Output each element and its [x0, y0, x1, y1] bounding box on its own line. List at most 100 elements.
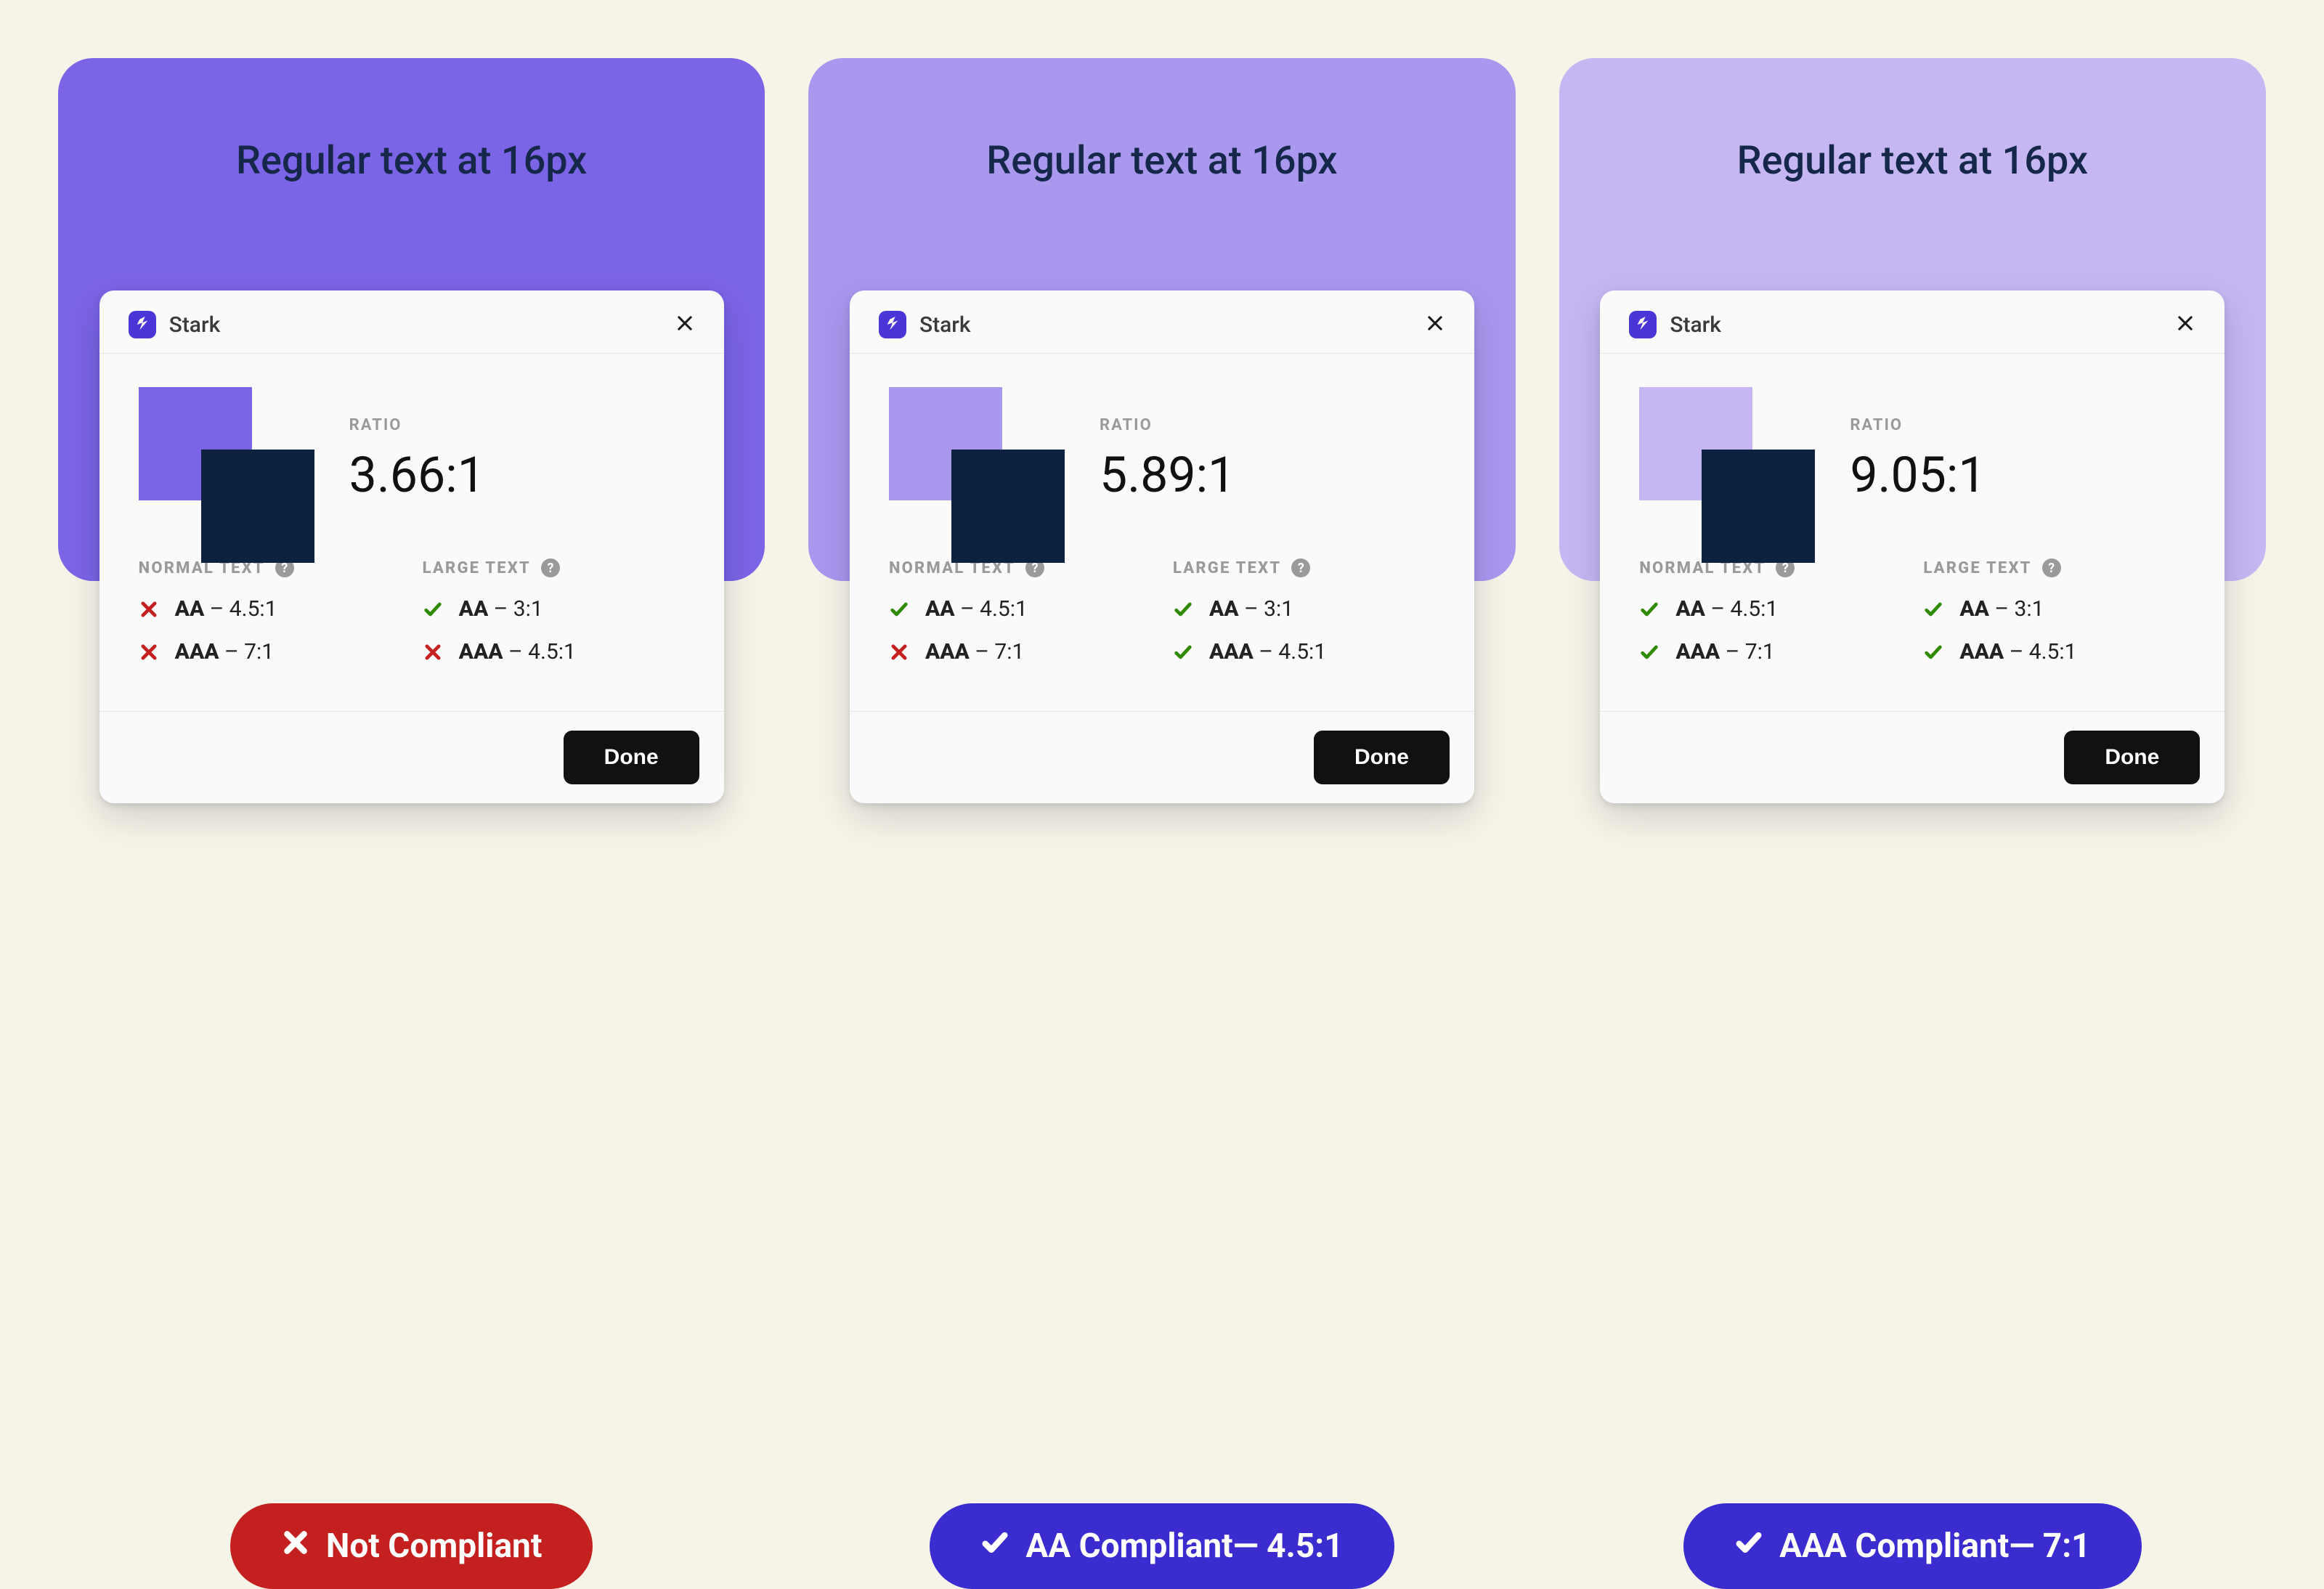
ratio-label: RATIO: [349, 416, 685, 434]
pill-text: AA Compliant— 4.5:1: [1025, 1527, 1343, 1566]
panel-brand: Stark: [879, 311, 971, 338]
help-icon[interactable]: ?: [1291, 558, 1310, 577]
compliance-pill: Not Compliant: [230, 1503, 593, 1589]
rule-head: LARGE TEXT ?: [1173, 558, 1435, 577]
status-icon: [423, 642, 443, 662]
card-wrap: Regular text at 16px Stark: [1559, 58, 2266, 1031]
swatch-foreground: [1702, 450, 1815, 563]
status-icon: [139, 642, 159, 662]
swatch-foreground: [951, 450, 1065, 563]
rule-large-aa: AA – 3:1: [1173, 596, 1435, 622]
rules-normal-text: NORMAL TEXT ? AA – 4.5:1 AAA – 7:1: [1639, 558, 1901, 682]
rule-large-aaa: AAA – 4.5:1: [1923, 639, 2185, 665]
pill-icon: [1734, 1527, 1763, 1566]
contrast-panel: Stark RATIO 3.66:1: [99, 290, 724, 803]
status-icon: [1639, 599, 1659, 619]
compliance-pill: AAA Compliant— 7:1: [1683, 1503, 2141, 1589]
status-icon: [1923, 599, 1943, 619]
ratio-block: RATIO 5.89:1: [1100, 416, 1435, 504]
ratio-block: RATIO 9.05:1: [1850, 416, 2185, 504]
rule-head: LARGE TEXT ?: [423, 558, 685, 577]
rules-large-text: LARGE TEXT ? AA – 3:1 AAA – 4.5:1: [423, 558, 685, 682]
pill-text: AAA Compliant— 7:1: [1779, 1527, 2090, 1566]
example-column: Regular text at 16px Stark: [1559, 58, 2266, 1589]
rule-normal-aa: AA – 4.5:1: [889, 596, 1151, 622]
status-icon: [1173, 599, 1193, 619]
rule-text: AAA – 4.5:1: [1959, 639, 2076, 665]
done-button[interactable]: Done: [2064, 731, 2200, 784]
pill-text: Not Compliant: [326, 1527, 543, 1566]
rules-normal-text: NORMAL TEXT ? AA – 4.5:1 AAA – 7:1: [139, 558, 401, 682]
close-icon[interactable]: [2175, 313, 2195, 336]
panel-brand: Stark: [129, 311, 221, 338]
status-icon: [889, 599, 909, 619]
ratio-value: 5.89:1: [1100, 446, 1435, 504]
done-button[interactable]: Done: [1314, 731, 1450, 784]
hero-text: Regular text at 16px: [236, 138, 587, 184]
pill-icon: [980, 1527, 1009, 1566]
swatch-row: RATIO 3.66:1: [139, 387, 685, 532]
help-icon[interactable]: ?: [2042, 558, 2061, 577]
close-icon[interactable]: [1425, 313, 1445, 336]
rule-text: AA – 4.5:1: [925, 596, 1028, 622]
rule-normal-aaa: AAA – 7:1: [889, 639, 1151, 665]
hero-text: Regular text at 16px: [1737, 138, 2088, 184]
rule-head-label: LARGE TEXT: [1173, 559, 1281, 577]
panel-header: Stark: [99, 290, 724, 354]
color-swatches: [889, 387, 1056, 532]
swatch-row: RATIO 5.89:1: [889, 387, 1435, 532]
rule-normal-aaa: AAA – 7:1: [139, 639, 401, 665]
rule-large-aaa: AAA – 4.5:1: [1173, 639, 1435, 665]
rule-large-aa: AA – 3:1: [1923, 596, 2185, 622]
panel-header: Stark: [1600, 290, 2225, 354]
rule-head: LARGE TEXT ?: [1923, 558, 2185, 577]
rule-text: AAA – 7:1: [1675, 639, 1774, 665]
status-icon: [889, 642, 909, 662]
rule-normal-aaa: AAA – 7:1: [1639, 639, 1901, 665]
rule-head-label: LARGE TEXT: [1923, 559, 2031, 577]
panel-footer: Done: [99, 711, 724, 803]
example-frame: Regular text at 16px Stark: [0, 0, 2324, 1307]
panel-body: RATIO 5.89:1 NORMAL TEXT ? A: [850, 354, 1474, 711]
contrast-panel: Stark RATIO 5.89:1: [850, 290, 1474, 803]
rules-large-text: LARGE TEXT ? AA – 3:1 AAA – 4.5:1: [1173, 558, 1435, 682]
status-icon: [1923, 642, 1943, 662]
done-button[interactable]: Done: [564, 731, 699, 784]
card-wrap: Regular text at 16px Stark: [58, 58, 765, 1031]
rules-grid: NORMAL TEXT ? AA – 4.5:1 AAA – 7:1: [139, 558, 685, 682]
close-icon[interactable]: [675, 313, 695, 336]
panel-header: Stark: [850, 290, 1474, 354]
rule-normal-aa: AA – 4.5:1: [1639, 596, 1901, 622]
rule-text: AA – 4.5:1: [1675, 596, 1778, 622]
ratio-value: 3.66:1: [349, 446, 685, 504]
status-icon: [1639, 642, 1659, 662]
panel-body: RATIO 9.05:1 NORMAL TEXT ? A: [1600, 354, 2225, 711]
card-wrap: Regular text at 16px Stark: [808, 58, 1515, 1031]
stark-logo-icon: [879, 311, 906, 338]
contrast-panel: Stark RATIO 9.05:1: [1600, 290, 2225, 803]
swatch-foreground: [201, 450, 314, 563]
rules-large-text: LARGE TEXT ? AA – 3:1 AAA – 4.5:1: [1923, 558, 2185, 682]
panel-title: Stark: [1670, 312, 1721, 338]
help-icon[interactable]: ?: [541, 558, 560, 577]
rules-normal-text: NORMAL TEXT ? AA – 4.5:1 AAA – 7:1: [889, 558, 1151, 682]
ratio-label: RATIO: [1850, 416, 2185, 434]
panel-footer: Done: [850, 711, 1474, 803]
stark-logo-icon: [129, 311, 156, 338]
color-swatches: [139, 387, 306, 532]
compliance-pill: AA Compliant— 4.5:1: [930, 1503, 1394, 1589]
example-column: Regular text at 16px Stark: [58, 58, 765, 1589]
stark-logo-icon: [1629, 311, 1657, 338]
panel-brand: Stark: [1629, 311, 1721, 338]
rules-grid: NORMAL TEXT ? AA – 4.5:1 AAA – 7:1: [889, 558, 1435, 682]
panel-footer: Done: [1600, 711, 2225, 803]
rule-text: AAA – 4.5:1: [459, 639, 576, 665]
rule-text: AAA – 4.5:1: [1209, 639, 1326, 665]
status-icon: [139, 599, 159, 619]
pill-icon: [281, 1527, 310, 1566]
rule-text: AA – 3:1: [1209, 596, 1293, 622]
ratio-label: RATIO: [1100, 416, 1435, 434]
rule-normal-aa: AA – 4.5:1: [139, 596, 401, 622]
rule-large-aaa: AAA – 4.5:1: [423, 639, 685, 665]
rule-large-aa: AA – 3:1: [423, 596, 685, 622]
